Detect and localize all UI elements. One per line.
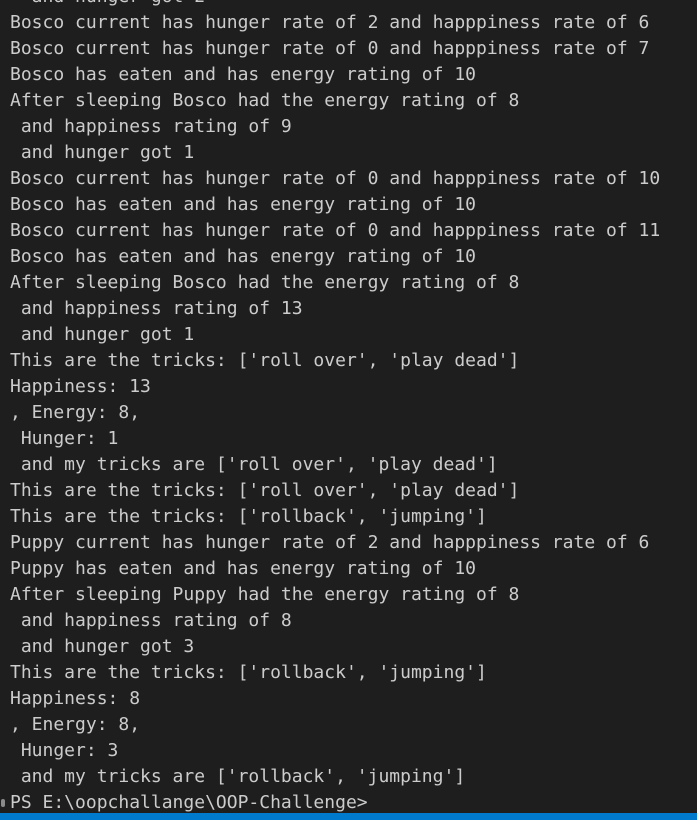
terminal-panel[interactable]: and hunger got 2 Bosco current has hunger…	[0, 0, 697, 820]
terminal-line: and hunger got 1	[10, 142, 195, 163]
terminal-line: and happiness rating of 9	[10, 116, 292, 137]
terminal-line: and my tricks are ['roll over', 'play de…	[10, 454, 498, 475]
terminal-line: After sleeping Bosco had the energy rati…	[10, 90, 520, 111]
terminal-line: After sleeping Bosco had the energy rati…	[10, 272, 520, 293]
terminal-line: and hunger got 3	[10, 636, 195, 657]
terminal-line: and happiness rating of 8	[10, 610, 292, 631]
terminal-line: Hunger: 1	[10, 428, 119, 449]
status-bar	[0, 813, 697, 820]
terminal-line: Puppy has eaten and has energy rating of…	[10, 558, 476, 579]
terminal-line: , Energy: 8,	[10, 402, 141, 423]
terminal-line: Bosco has eaten and has energy rating of…	[10, 194, 476, 215]
terminal-line: Bosco current has hunger rate of 0 and h…	[10, 220, 661, 241]
terminal-line: This are the tricks: ['roll over', 'play…	[10, 350, 520, 371]
terminal-line: Bosco current has hunger rate of 2 and h…	[10, 12, 650, 33]
terminal-line: and hunger got 1	[10, 324, 195, 345]
terminal-output: and hunger got 2 Bosco current has hunger…	[1, 0, 697, 816]
terminal-line: Bosco current has hunger rate of 0 and h…	[10, 168, 661, 189]
terminal-line: This are the tricks: ['rollback', 'jumpi…	[10, 662, 487, 683]
terminal-line: After sleeping Puppy had the energy rati…	[10, 584, 520, 605]
command-decoration-icon[interactable]	[1, 799, 5, 807]
terminal-line: , Energy: 8,	[10, 714, 141, 735]
terminal-line: and hunger got 2	[10, 0, 697, 10]
terminal-line: Happiness: 13	[10, 376, 151, 397]
terminal-line: and my tricks are ['rollback', 'jumping'…	[10, 766, 466, 787]
terminal-line: Hunger: 3	[10, 740, 119, 761]
terminal-line: and happiness rating of 13	[10, 298, 303, 319]
terminal-line: This are the tricks: ['roll over', 'play…	[10, 480, 520, 501]
terminal-line: Happiness: 8	[10, 688, 141, 709]
terminal-line: This are the tricks: ['rollback', 'jumpi…	[10, 506, 487, 527]
terminal-line: Bosco has eaten and has energy rating of…	[10, 64, 476, 85]
terminal-line: Bosco has eaten and has energy rating of…	[10, 246, 476, 267]
terminal-line: Bosco current has hunger rate of 0 and h…	[10, 38, 650, 59]
terminal-line: Puppy current has hunger rate of 2 and h…	[10, 532, 650, 553]
terminal-prompt: PS E:\oopchallange\OOP-Challenge>	[10, 792, 368, 813]
